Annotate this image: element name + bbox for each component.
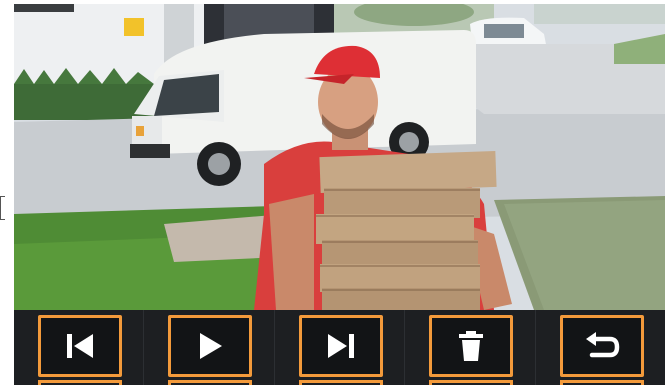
trash-icon — [454, 329, 488, 363]
previous-button-underline — [38, 380, 122, 385]
playback-toolbar — [14, 310, 665, 385]
play-icon — [193, 331, 227, 361]
previous-button[interactable] — [38, 315, 122, 377]
toolbar-cell-previous — [14, 310, 145, 385]
next-button[interactable] — [298, 315, 383, 377]
delete-button-underline — [429, 380, 514, 385]
delete-button[interactable] — [429, 315, 514, 377]
video-still-image — [14, 4, 665, 310]
next-button-underline — [298, 380, 383, 385]
bezel-marker — [0, 196, 5, 220]
play-button-underline — [168, 380, 253, 385]
video-player — [14, 4, 665, 385]
play-button[interactable] — [168, 315, 253, 377]
skip-next-icon — [324, 331, 358, 361]
toolbar-cell-delete — [405, 310, 536, 385]
back-button-underline — [559, 380, 644, 385]
back-button[interactable] — [559, 315, 644, 377]
return-arrow-icon — [582, 331, 622, 361]
toolbar-cell-play — [144, 310, 275, 385]
video-frame[interactable] — [14, 4, 665, 310]
toolbar-cell-next — [275, 310, 406, 385]
skip-previous-icon — [63, 331, 97, 361]
toolbar-cell-back — [536, 310, 665, 385]
